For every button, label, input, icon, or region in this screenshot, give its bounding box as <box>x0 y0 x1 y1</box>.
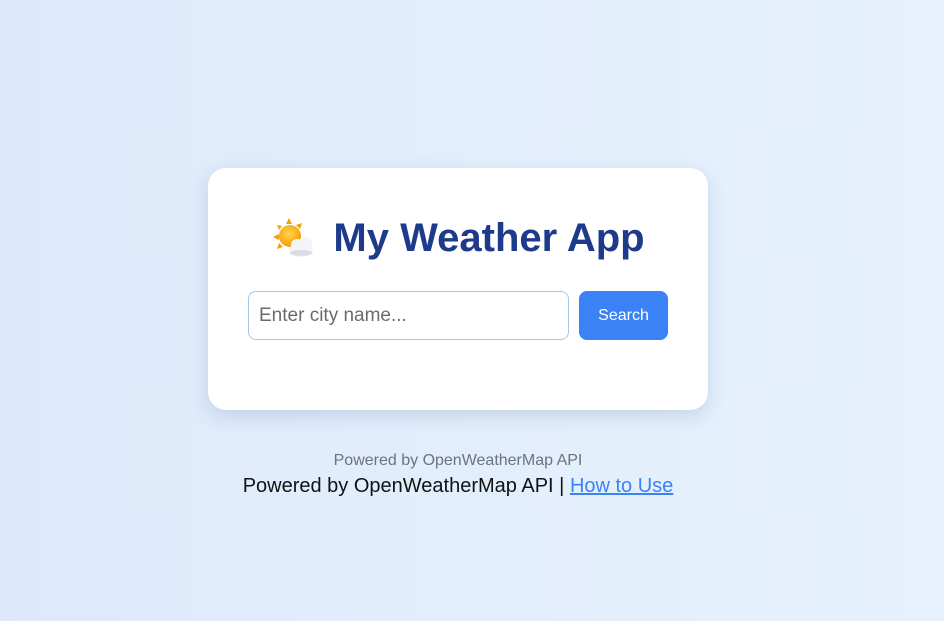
search-button[interactable]: Search <box>579 291 668 340</box>
footer-attribution: Powered by OpenWeatherMap API | How to U… <box>0 475 916 498</box>
app-header: My Weather App <box>208 212 708 264</box>
footer-separator: | <box>559 475 565 497</box>
how-to-use-link[interactable]: How to Use <box>570 475 673 497</box>
footer-attribution-small: Powered by OpenWeatherMap API <box>333 452 583 469</box>
sun-behind-cloud-icon <box>271 216 315 260</box>
city-search-input[interactable] <box>248 291 569 340</box>
search-bar: Search <box>248 291 668 340</box>
footer-attribution-text: Powered by OpenWeatherMap API <box>242 475 554 497</box>
weather-card: My Weather App Search <box>208 168 708 410</box>
app-title: My Weather App <box>333 216 645 260</box>
